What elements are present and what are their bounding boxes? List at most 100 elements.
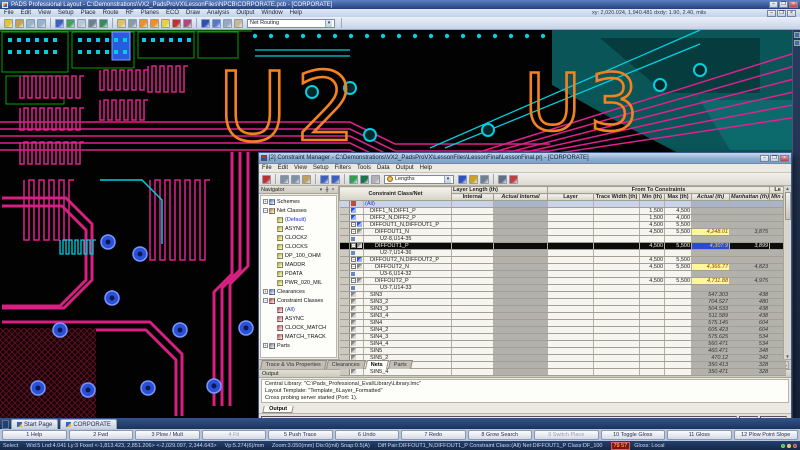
place-part-icon[interactable] — [66, 19, 75, 28]
row-selector[interactable] — [340, 250, 350, 257]
internal-cell[interactable] — [452, 243, 494, 250]
min-cell[interactable]: 4,500 — [640, 243, 665, 250]
trace-width-cell[interactable] — [594, 264, 640, 271]
trace-width-cell[interactable] — [594, 250, 640, 257]
trace-width-cell[interactable] — [594, 229, 640, 236]
min-cell[interactable] — [640, 313, 665, 320]
internal-cell[interactable] — [452, 208, 494, 215]
min-cell[interactable]: 1,500 — [640, 215, 665, 222]
row-selector[interactable] — [340, 243, 350, 250]
layer-cell[interactable] — [548, 264, 594, 271]
min-cell[interactable] — [640, 341, 665, 348]
tree-item-default[interactable]: (Default) — [261, 215, 336, 224]
app-menu-edit[interactable]: Edit — [21, 10, 31, 16]
grid-row-u2-7-u14-36[interactable]: U2-7,U14-36 — [340, 250, 786, 257]
layer-cell[interactable] — [548, 208, 594, 215]
layer-cell[interactable] — [548, 369, 594, 376]
app-menu-rf[interactable]: RF — [126, 10, 134, 16]
chevron-down-icon[interactable]: ▾ — [444, 176, 451, 183]
redo-icon[interactable] — [331, 175, 340, 184]
netline-icon[interactable] — [201, 19, 210, 28]
max-cell[interactable]: 4,000 — [665, 215, 692, 222]
fkey-10-toggle-gloss[interactable]: 10 Toggle Gloss — [601, 430, 666, 440]
ruler-icon[interactable] — [371, 175, 380, 184]
max-cell[interactable]: 5,500 — [665, 264, 692, 271]
max-cell[interactable] — [665, 201, 692, 208]
max-cell[interactable] — [665, 292, 692, 299]
layer-cell[interactable] — [548, 222, 594, 229]
child-close-button[interactable]: × — [787, 10, 796, 17]
app-menu-draw[interactable]: Draw — [186, 10, 200, 16]
collapse-icon[interactable]: − — [263, 298, 268, 303]
trace-width-cell[interactable] — [594, 355, 640, 362]
cm-menu-view[interactable]: View — [294, 165, 307, 171]
cm-close-button[interactable]: × — [780, 155, 789, 162]
output-tab[interactable]: Output — [262, 406, 294, 413]
copy-icon[interactable] — [291, 175, 300, 184]
internal-cell[interactable] — [452, 369, 494, 376]
header-layer[interactable]: Layer — [548, 194, 594, 201]
header-internal[interactable]: Internal — [452, 194, 494, 201]
fkey-7-redo[interactable]: 7 Redo — [401, 430, 466, 440]
row-selector[interactable] — [340, 299, 350, 306]
cm-tab-parts[interactable]: Parts — [388, 360, 413, 369]
grid-row-diffout1-n[interactable]: −DIFFOUT1_N4,5005,5004,248.013,875 — [340, 229, 786, 236]
min-cell[interactable] — [640, 320, 665, 327]
layer-cell[interactable] — [548, 355, 594, 362]
row-selector[interactable] — [340, 271, 350, 278]
header-max[interactable]: Max (th) — [665, 194, 692, 201]
trace-width-cell[interactable] — [594, 299, 640, 306]
grid-row-diffout2-n-diffout2-p[interactable]: −DIFFOUT2_N,DIFFOUT2_P4,5005,500 — [340, 257, 786, 264]
restore-button[interactable]: ❐ — [779, 1, 788, 8]
max-cell[interactable] — [665, 362, 692, 369]
grid-row-diffout1-n-diffout1-p[interactable]: −DIFFOUT1_N,DIFFOUT1_P4,5005,500 — [340, 222, 786, 229]
scheme-combo[interactable]: Net Routing ▾ — [247, 19, 335, 28]
tree-item-maddr[interactable]: MADDR — [261, 260, 336, 269]
save-icon[interactable] — [4, 19, 13, 28]
row-selector[interactable] — [340, 292, 350, 299]
layer-cell[interactable] — [548, 229, 594, 236]
trace-width-cell[interactable] — [594, 201, 640, 208]
grid-row-sin4-4[interactable]: SIN4_4560.471534 — [340, 341, 786, 348]
trace-width-cell[interactable] — [594, 334, 640, 341]
drc-error-icon[interactable] — [172, 19, 181, 28]
doc-tab-start-page[interactable]: Start Page — [11, 419, 58, 429]
trace-width-cell[interactable] — [594, 257, 640, 264]
grid-row-u3-7-u14-33[interactable]: U3-7,U14-33 — [340, 285, 786, 292]
paste-icon[interactable] — [302, 175, 311, 184]
filter-icon[interactable] — [480, 175, 489, 184]
collapse-box[interactable]: − — [351, 257, 356, 262]
internal-cell[interactable] — [452, 355, 494, 362]
close-button[interactable]: × — [789, 1, 798, 8]
internal-cell[interactable] — [452, 341, 494, 348]
header-layer-length[interactable]: Layer Length (th) — [452, 187, 548, 194]
fkey-4-fit[interactable]: 4 Fit — [202, 430, 267, 440]
internal-cell[interactable] — [452, 250, 494, 257]
layer-stack-icon[interactable] — [88, 19, 97, 28]
child-minimize-button[interactable]: ‒ — [767, 10, 776, 17]
min-cell[interactable] — [640, 306, 665, 313]
row-selector[interactable] — [340, 334, 350, 341]
select-mode-icon[interactable] — [55, 19, 64, 28]
trace-width-cell[interactable] — [594, 236, 640, 243]
max-cell[interactable]: 5,500 — [665, 243, 692, 250]
tree-item-all[interactable]: (All) — [261, 305, 336, 314]
cut-icon[interactable] — [280, 175, 289, 184]
tab-scroll-button[interactable] — [2, 420, 9, 429]
internal-cell[interactable] — [452, 257, 494, 264]
display-browser-icon[interactable] — [349, 175, 358, 184]
max-cell[interactable] — [665, 285, 692, 292]
min-cell[interactable] — [640, 299, 665, 306]
collapse-box[interactable]: − — [351, 222, 356, 227]
layer-cell[interactable] — [548, 313, 594, 320]
selected-component[interactable] — [112, 32, 130, 60]
grid-row-sin3-2[interactable]: SIN3_2704.527480 — [340, 299, 786, 306]
header-actual-internal[interactable]: Actual Internal — [494, 194, 548, 201]
row-selector[interactable] — [340, 341, 350, 348]
trace-width-cell[interactable] — [594, 222, 640, 229]
internal-cell[interactable] — [452, 201, 494, 208]
scroll-down-icon[interactable]: ▼ — [785, 354, 789, 359]
row-selector[interactable] — [340, 215, 350, 222]
internal-cell[interactable] — [452, 229, 494, 236]
row-selector[interactable] — [340, 264, 350, 271]
